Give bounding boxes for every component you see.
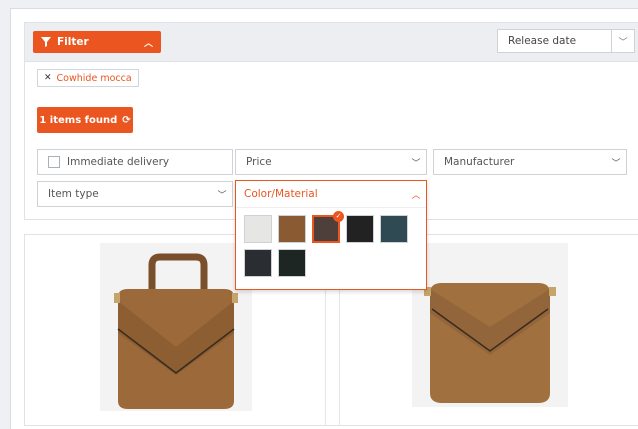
chevron-up-icon: ︿ [143, 38, 153, 49]
funnel-icon [41, 37, 51, 47]
color-swatch-dark-green[interactable] [278, 249, 306, 277]
chevron-down-icon: ﹀ [611, 30, 634, 52]
product-image[interactable] [100, 243, 252, 411]
color-swatch-black[interactable] [346, 215, 374, 243]
color-material-dropdown[interactable]: Color/Material ︿ ✓ [235, 180, 427, 290]
product-image[interactable] [412, 243, 568, 407]
color-material-label: Color/Material [244, 188, 318, 200]
chevron-up-icon: ︿ [411, 190, 421, 201]
price-select[interactable]: Price ﹀ [235, 149, 427, 175]
item-type-select[interactable]: Item type ﹀ [37, 181, 233, 207]
filter-button-label: Filter [57, 36, 89, 48]
filter-bar: Filter ︿ Release date ﹀ [25, 23, 638, 62]
filter-toggle-button[interactable]: Filter ︿ [33, 31, 161, 53]
chevron-down-icon: ﹀ [611, 158, 621, 169]
checkmark-icon: ✓ [333, 211, 344, 222]
item-type-select-label: Item type [48, 188, 99, 200]
manufacturer-select-label: Manufacturer [444, 156, 515, 168]
manufacturer-select[interactable]: Manufacturer ﹀ [433, 149, 627, 175]
sort-select-value: Release date [508, 35, 577, 47]
color-swatch-brown[interactable] [278, 215, 306, 243]
chevron-down-icon: ﹀ [217, 190, 227, 201]
handbag-image [412, 243, 568, 407]
color-swatch-white[interactable] [244, 215, 272, 243]
handbag-image [100, 243, 252, 411]
immediate-delivery-checkbox[interactable]: Immediate delivery [37, 149, 233, 175]
active-filter-chip[interactable]: ✕ Cowhide mocca [37, 69, 139, 87]
sort-select[interactable]: Release date ﹀ [497, 29, 635, 53]
immediate-delivery-label: Immediate delivery [67, 156, 170, 168]
items-found-button[interactable]: 1 items found ⟳ [37, 107, 133, 133]
chevron-down-icon: ﹀ [411, 158, 421, 169]
active-filter-label: Cowhide mocca [56, 72, 132, 84]
color-swatch-mocca[interactable]: ✓ [312, 211, 344, 243]
color-swatch-dark-grey[interactable] [244, 249, 272, 277]
color-swatch-petrol[interactable] [380, 215, 408, 243]
close-icon[interactable]: ✕ [44, 73, 52, 83]
items-found-label: 1 items found [39, 114, 118, 126]
color-material-select[interactable]: Color/Material ︿ [236, 181, 426, 208]
refresh-icon: ⟳ [122, 114, 131, 126]
checkbox-box[interactable] [48, 156, 60, 168]
price-select-label: Price [246, 156, 272, 168]
